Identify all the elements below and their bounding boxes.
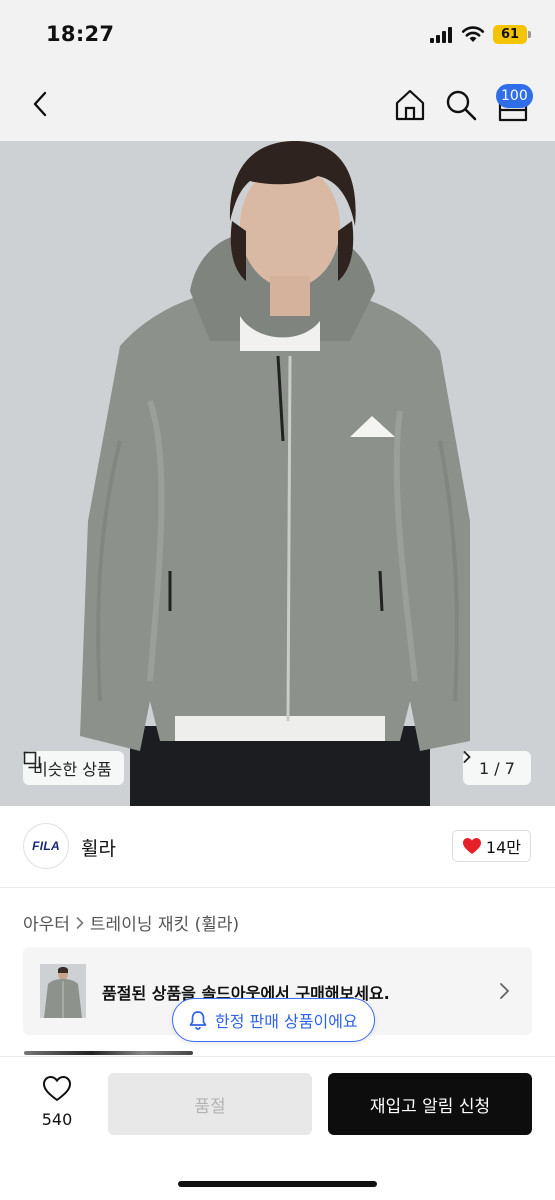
breadcrumb: 아우터 트레이닝 재킷 (휠라): [23, 910, 239, 935]
breadcrumb-subcategory[interactable]: 트레이닝 재킷 (휠라): [90, 910, 239, 935]
top-navigation: 100: [0, 70, 555, 141]
brand-like-count: 14만: [485, 838, 521, 857]
home-icon[interactable]: [393, 88, 427, 122]
heart-outline-icon: [43, 1076, 71, 1101]
banner-product-thumbnail: [40, 964, 86, 1018]
back-arrow-icon[interactable]: [26, 89, 56, 119]
limited-sale-notice: 한정 판매 상품이에요: [172, 998, 375, 1042]
partial-image-strip: [24, 1051, 193, 1055]
bottom-action-bar: 540 품절 재입고 알림 신청: [0, 1056, 555, 1200]
heart-filled-icon: [462, 838, 481, 854]
bell-icon: [189, 1011, 207, 1030]
restock-alert-button[interactable]: 재입고 알림 신청: [328, 1073, 532, 1135]
home-indicator: [178, 1181, 377, 1187]
copy-icon: [23, 751, 41, 769]
product-image-gallery[interactable]: 비슷한 상품 1 / 7: [0, 141, 555, 806]
cart-count-badge: 100: [496, 84, 533, 108]
restock-alert-label: 재입고 알림 신청: [369, 1096, 491, 1117]
brand-logo[interactable]: FILA: [23, 823, 69, 869]
soldout-button-label: 품절: [194, 1096, 226, 1117]
chevron-right-icon: [500, 983, 510, 999]
battery-indicator: 61: [493, 25, 527, 44]
search-icon[interactable]: [444, 88, 478, 122]
breadcrumb-category[interactable]: 아우터: [23, 910, 70, 935]
brand-logo-text: FILA: [32, 839, 60, 853]
status-time: 18:27: [46, 22, 115, 46]
soldout-button[interactable]: 품절: [108, 1073, 312, 1135]
brand-like-button[interactable]: 14만: [451, 830, 531, 862]
pager-text: 1 / 7: [479, 758, 515, 778]
cellular-signal-icon: [430, 27, 454, 43]
similar-products-button[interactable]: 비슷한 상품: [23, 751, 124, 785]
limited-sale-text: 한정 판매 상품이에요: [215, 1012, 358, 1031]
wishlist-button[interactable]: 540: [33, 1075, 81, 1129]
chevron-right-icon: [463, 751, 471, 763]
chevron-right-icon: [76, 916, 84, 929]
wifi-icon: [461, 26, 485, 42]
product-photo: [0, 141, 555, 806]
wishlist-count: 540: [41, 1110, 73, 1129]
image-pager[interactable]: 1 / 7: [463, 751, 531, 785]
brand-row: FILA 휠라 14만: [0, 806, 555, 888]
battery-nub: [528, 31, 531, 38]
brand-name[interactable]: 휠라: [81, 834, 116, 861]
status-bar: 18:27 61: [0, 0, 555, 70]
similar-products-label: 비슷한 상품: [33, 760, 112, 779]
